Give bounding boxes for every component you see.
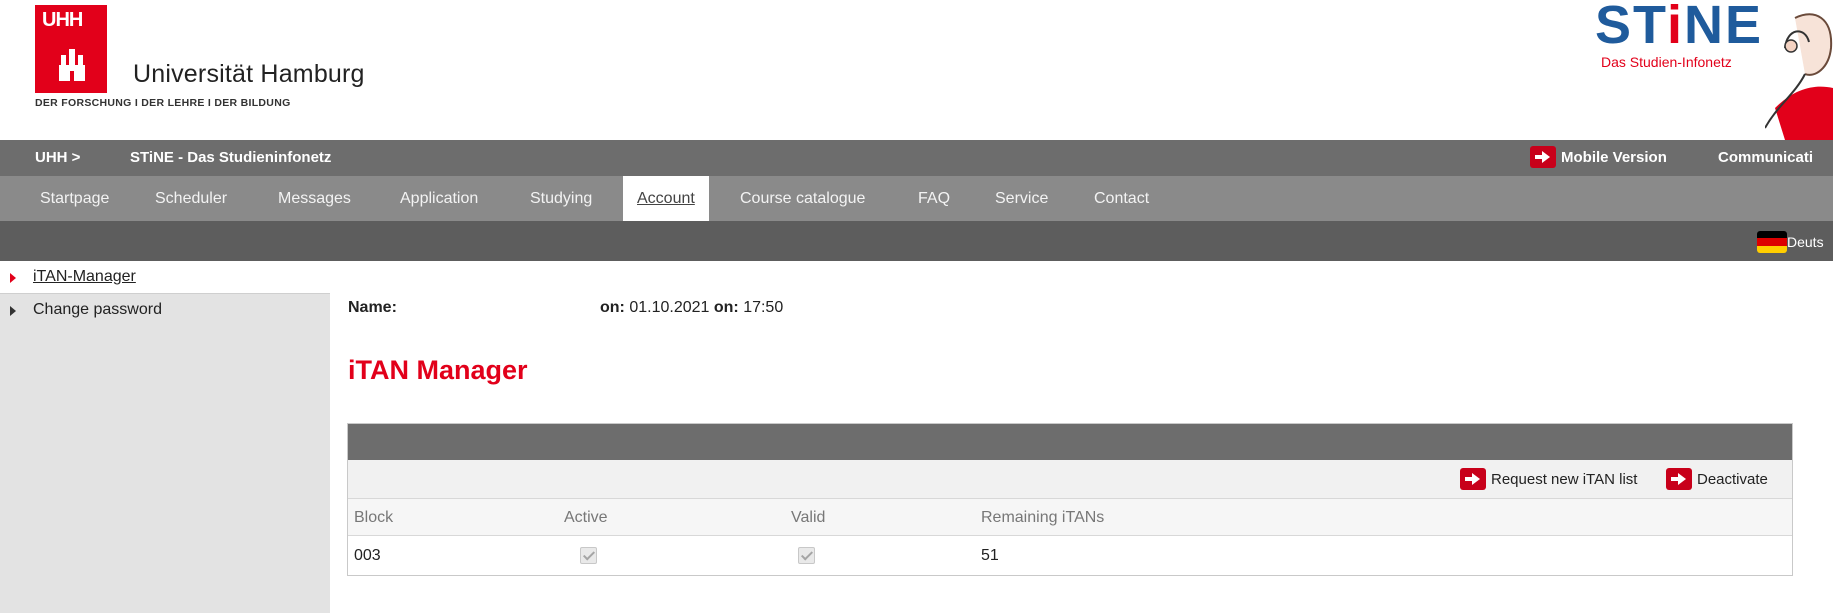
nav-item-application[interactable]: Application	[386, 176, 492, 221]
arrow-right-icon	[1460, 468, 1486, 490]
deactivate-label: Deactivate	[1697, 470, 1768, 488]
valid-checkbox	[798, 547, 815, 564]
column-header-active: Active	[564, 509, 608, 526]
arrow-right-icon	[1530, 146, 1556, 168]
request-new-itan-list-label: Request new iTAN list	[1491, 470, 1638, 488]
cell-block: 003	[354, 547, 381, 564]
page-title: iTAN Manager	[348, 355, 528, 385]
mobile-version-label: Mobile Version	[1561, 148, 1667, 166]
on-label: on:	[600, 299, 625, 316]
nav-item-faq[interactable]: FAQ	[904, 176, 964, 221]
itan-table: Request new iTAN list Deactivate Block A…	[347, 423, 1793, 576]
column-header-remaining-itans: Remaining iTANs	[981, 509, 1105, 526]
login-date: 01.10.2021	[629, 299, 710, 316]
name-label: Name:	[348, 299, 397, 316]
german-flag-icon[interactable]	[1757, 231, 1787, 253]
triangle-right-icon	[10, 273, 16, 283]
mobile-version-link[interactable]: Mobile Version	[1530, 146, 1667, 168]
breadcrumb-uhh[interactable]: UHH >	[35, 149, 80, 166]
uhh-tower-icon	[59, 49, 85, 81]
uhh-logo-mark: UHH	[42, 9, 83, 31]
stine-logo-word: STiNE	[1595, 0, 1764, 55]
column-header-valid: Valid	[791, 509, 826, 526]
nav-item-contact[interactable]: Contact	[1080, 176, 1163, 221]
top-bar: UHH > STiNE - Das Studieninfonetz Mobile…	[0, 140, 1833, 176]
page-header: UHH Universität Hamburg DER FORSCHUNG I …	[0, 0, 1833, 140]
main-nav: Startpage Scheduler Messages Application…	[0, 176, 1833, 221]
nav-item-scheduler[interactable]: Scheduler	[141, 176, 241, 221]
login-time: 17:50	[743, 299, 784, 316]
request-new-itan-list-button[interactable]: Request new iTAN list	[1460, 468, 1637, 490]
communication-link[interactable]: Communicati	[1718, 149, 1813, 166]
nav-item-startpage[interactable]: Startpage	[26, 176, 123, 221]
nav-item-studying[interactable]: Studying	[516, 176, 606, 221]
cell-remaining-itans: 51	[981, 547, 999, 564]
sidebar-item-itan-manager[interactable]: iTAN-Manager	[0, 261, 330, 294]
itan-actions-bar: Request new iTAN list Deactivate	[348, 460, 1792, 499]
login-date-line: on: 01.10.2021 on: 17:50	[600, 299, 783, 317]
language-switch-link[interactable]: Deuts	[1787, 234, 1824, 250]
itan-table-header-bar	[348, 424, 1792, 460]
sidebar: iTAN-Manager Change password	[0, 261, 330, 613]
language-bar: Deuts	[0, 221, 1833, 261]
stine-logo[interactable]: STiNE Das Studien-Infonetz	[1595, 0, 1833, 140]
university-name[interactable]: Universität Hamburg	[133, 60, 365, 89]
itan-table-columns: Block Active Valid Remaining iTANs	[348, 499, 1792, 536]
on-label: on:	[713, 299, 739, 316]
nav-item-account[interactable]: Account	[623, 176, 709, 221]
university-tagline: DER FORSCHUNG I DER LEHRE I DER BILDUNG	[35, 97, 291, 109]
uhh-logo[interactable]: UHH	[35, 5, 107, 93]
table-row: 003 51	[348, 536, 1792, 575]
column-header-block: Block	[354, 509, 394, 526]
stine-mascot-icon	[1765, 13, 1833, 140]
active-checkbox	[580, 547, 597, 564]
deactivate-button[interactable]: Deactivate	[1666, 468, 1768, 490]
nav-item-messages[interactable]: Messages	[264, 176, 365, 221]
arrow-right-icon	[1666, 468, 1692, 490]
triangle-right-icon	[10, 306, 16, 316]
sidebar-item-change-password[interactable]: Change password	[0, 294, 330, 327]
nav-item-service[interactable]: Service	[981, 176, 1062, 221]
breadcrumb-stine[interactable]: STiNE - Das Studieninfonetz	[130, 149, 331, 166]
sidebar-item-label: Change password	[33, 301, 162, 318]
nav-item-course-catalogue[interactable]: Course catalogue	[726, 176, 879, 221]
sidebar-item-label: iTAN-Manager	[33, 268, 136, 285]
stine-logo-subtitle: Das Studien-Infonetz	[1601, 54, 1732, 70]
